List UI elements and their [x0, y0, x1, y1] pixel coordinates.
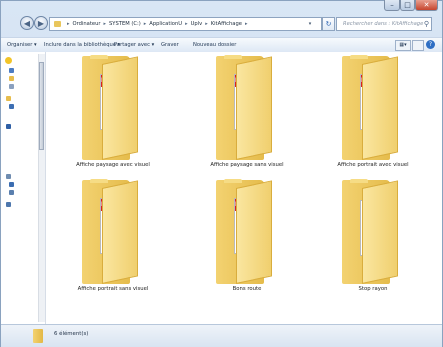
close-button[interactable]: ✕ [415, 0, 438, 11]
folder-label: Stop rayon [358, 286, 388, 292]
downloads-icon[interactable] [9, 76, 14, 81]
folder-tab [90, 55, 108, 59]
folder-tab [350, 55, 368, 59]
computer-icon[interactable] [6, 174, 11, 179]
documents-icon[interactable] [9, 104, 14, 109]
arrow-left-icon: ◀ [23, 19, 31, 28]
folder-item[interactable]: SAUCISSON SEC RESILPSAUCISSON SEC RESILP… [328, 179, 418, 292]
folder-front [236, 56, 272, 161]
folder-item[interactable]: PROMOSAUCISSON SEC RESILP3€PROMOSAUCISSO… [68, 55, 158, 168]
search-icon: ⚲ [423, 20, 429, 28]
scrollbar-thumb[interactable] [39, 62, 44, 150]
address-bar[interactable]: ▸ Ordinateur ▸ SYSTEM (C:) ▸ ApplicationU ▸ Upl… [49, 17, 322, 31]
breadcrumb: ▸ Ordinateur ▸ SYSTEM (C:) ▸ ApplicationU ▸ Upl… [64, 18, 250, 30]
folder-label: Affiche paysage sans visuel [210, 162, 284, 168]
favorites-star-icon[interactable] [5, 57, 12, 64]
breadcrumb-separator[interactable]: ▸ [245, 21, 248, 27]
details-pane: 6 élément(s) [1, 324, 442, 347]
folder-item[interactable]: PROMOSAUCISSON SEC RESILP3€PROMOSAUCISSO… [202, 55, 292, 168]
folder-front [102, 56, 138, 161]
breadcrumb-segment[interactable]: Uplv [191, 21, 203, 27]
breadcrumb-segment[interactable]: KitAffichage [211, 21, 242, 27]
address-history-dropdown[interactable]: ▾ [306, 17, 314, 31]
breadcrumb-separator[interactable]: ▸ [144, 21, 147, 27]
breadcrumb-separator[interactable]: ▸ [67, 21, 70, 27]
forward-button[interactable]: ▶ [34, 16, 48, 30]
breadcrumb-segment[interactable]: ApplicationU [149, 21, 182, 27]
help-button[interactable]: ? [426, 40, 435, 49]
item-count: 6 élément(s) [54, 331, 89, 337]
folder-icon: PROMOSAUCISSON SEC RESILP3€PROMOSAUCISSO… [80, 55, 140, 161]
folder-tab [224, 55, 242, 59]
folder-front [102, 180, 138, 284]
libraries-icon[interactable] [6, 96, 11, 101]
drive-icon[interactable] [9, 190, 14, 195]
back-button[interactable]: ◀ [20, 16, 34, 30]
breadcrumb-separator[interactable]: ▸ [205, 21, 208, 27]
folder-icon [33, 329, 43, 343]
breadcrumb-separator[interactable]: ▸ [104, 21, 107, 27]
share-with-menu[interactable]: Partager avec ▾ [114, 38, 154, 52]
folder-icon: PROMOSAUCISSON SEC RESILP3€PROMOSAUCISSO… [214, 55, 274, 161]
folder-tab [350, 179, 368, 183]
recent-places-icon[interactable] [9, 84, 14, 89]
folder-front [362, 56, 398, 161]
arrow-right-icon: ▶ [37, 19, 45, 28]
breadcrumb-segment[interactable]: SYSTEM (C:) [109, 21, 141, 27]
preview-pane-button[interactable] [412, 40, 424, 51]
folder-icon: PROMOSAUCISSON SEC RESILP3€PROMOSAUCISSO… [340, 55, 400, 161]
folder-icon: PROMOSAUCISSON SEC RESILP3€PROMOSAUCISSO… [80, 179, 140, 284]
desktop-icon[interactable] [9, 68, 14, 73]
folder-label: Affiche portrait sans visuel [77, 286, 149, 292]
folder-front [362, 180, 398, 284]
search-placeholder: Rechercher dans : KitAffichage [343, 21, 424, 27]
folder-item[interactable]: PROMOSAUCISSON SEC RESILP3€PROMOSAUCISSO… [328, 55, 418, 168]
burn-button[interactable]: Graver [161, 38, 179, 52]
command-bar: Organiser ▾ Inclure dans la bibliothèque… [1, 37, 442, 53]
breadcrumb-separator[interactable]: ▸ [185, 21, 188, 27]
folder-item[interactable]: PROMOSAUCISSON SEC RESILP3€PROMOSAUCISSO… [68, 179, 158, 292]
folder-label: Affiche paysage avec visuel [76, 162, 150, 168]
new-folder-button[interactable]: Nouveau dossier [193, 38, 236, 52]
file-list: PROMOSAUCISSON SEC RESILP3€PROMOSAUCISSO… [46, 52, 442, 324]
folder-icon [54, 21, 61, 27]
maximize-icon: □ [404, 1, 411, 9]
navigation-scrollbar[interactable] [38, 54, 45, 322]
homegroup-icon[interactable] [6, 124, 11, 129]
view-options-button[interactable]: ▦▾ [395, 40, 411, 51]
close-icon: ✕ [423, 1, 430, 9]
minimize-icon: – [390, 1, 394, 9]
refresh-icon: ↻ [325, 20, 332, 28]
folder-tab [224, 179, 242, 183]
folder-icon: PROMOSAUCISSON SEC RESILP3€PROMOSAUCISSO… [214, 179, 274, 284]
folder-label: Affiche portrait avec visuel [337, 162, 409, 168]
folder-item[interactable]: PROMOSAUCISSON SEC RESILP3€PROMOSAUCISSO… [202, 179, 292, 292]
drive-icon[interactable] [9, 182, 14, 187]
search-box[interactable]: Rechercher dans : KitAffichage ⚲ [336, 17, 432, 31]
folder-tab [90, 179, 108, 183]
network-icon[interactable] [6, 202, 11, 207]
organize-menu[interactable]: Organiser ▾ [7, 38, 37, 52]
folder-icon: SAUCISSON SEC RESILPSAUCISSON SEC RESILP [340, 179, 400, 284]
maximize-button[interactable]: □ [400, 0, 415, 11]
folder-label: Bons route [232, 286, 262, 292]
breadcrumb-segment[interactable]: Ordinateur [73, 21, 101, 27]
view-icon: ▦▾ [399, 42, 407, 48]
folder-front [236, 180, 272, 284]
include-in-library-menu[interactable]: Inclure dans la bibliothèque ▾ [44, 38, 120, 52]
help-icon: ? [428, 41, 433, 48]
refresh-button[interactable]: ↻ [322, 17, 335, 31]
minimize-button[interactable]: – [384, 0, 400, 11]
